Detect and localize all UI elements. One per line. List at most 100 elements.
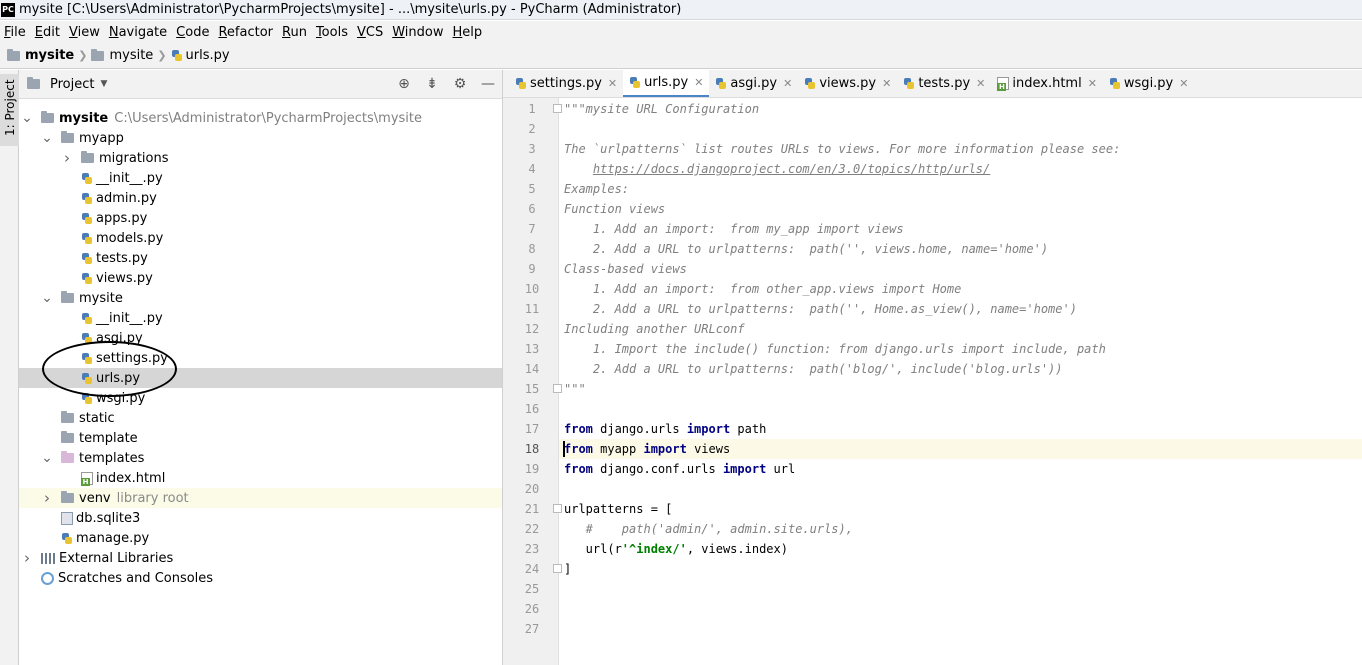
- menu-bar: File Edit View Navigate Code Refactor Run Tools…: [0, 21, 1362, 43]
- close-icon[interactable]: ✕: [783, 77, 792, 90]
- expand-right-icon[interactable]: ›: [21, 549, 33, 567]
- expand-down-icon[interactable]: ⌄: [21, 110, 33, 126]
- tree-item[interactable]: template: [19, 428, 502, 448]
- python-file-icon: [903, 77, 915, 90]
- tree-item[interactable]: static: [19, 408, 502, 428]
- breadcrumb-package[interactable]: mysite: [109, 48, 153, 63]
- code-area[interactable]: """mysite URL Configuration The `urlpatte…: [559, 98, 1362, 665]
- chevron-right-icon: ❯: [157, 49, 167, 62]
- menu-vcs[interactable]: VCS: [353, 25, 387, 40]
- menu-code[interactable]: Code: [172, 25, 213, 40]
- tab-settings-py[interactable]: settings.py ✕: [509, 70, 623, 97]
- tree-item[interactable]: tests.py: [19, 248, 502, 268]
- tree-item[interactable]: manage.py: [19, 528, 502, 548]
- tree-item[interactable]: ⌄ mysite: [19, 288, 502, 308]
- locate-file-icon[interactable]: ⊕: [390, 76, 418, 92]
- menu-edit[interactable]: Edit: [31, 25, 64, 40]
- expand-down-icon[interactable]: ⌄: [41, 290, 53, 306]
- tab-wsgi-py[interactable]: wsgi.py ✕: [1103, 70, 1195, 97]
- python-file-icon: [81, 192, 93, 205]
- folder-icon: [61, 431, 74, 443]
- tree-item[interactable]: index.html: [19, 468, 502, 488]
- close-icon[interactable]: ✕: [1088, 77, 1097, 90]
- tree-item[interactable]: ⌄ mysite C:\Users\Administrator\PycharmPro…: [19, 108, 502, 128]
- tree-item[interactable]: Scratches and Consoles: [19, 568, 502, 588]
- tree-item[interactable]: settings.py: [19, 348, 502, 368]
- tree-item[interactable]: ⌄ myapp: [19, 128, 502, 148]
- tree-item-label: mysite: [59, 110, 109, 126]
- menu-tools[interactable]: Tools: [312, 25, 352, 40]
- menu-refactor[interactable]: Refactor: [214, 25, 277, 40]
- tab-tests-py[interactable]: tests.py ✕: [897, 70, 991, 97]
- project-tool-tab[interactable]: 1: Project: [0, 74, 19, 146]
- gear-icon[interactable]: ⚙: [446, 76, 474, 92]
- close-icon[interactable]: ✕: [1179, 77, 1188, 90]
- library-icon: [41, 552, 55, 564]
- tree-item[interactable]: admin.py: [19, 188, 502, 208]
- code-token: 1. Import the include() function: from d…: [564, 342, 1106, 356]
- tree-item[interactable]: urls.py: [19, 368, 502, 388]
- close-icon[interactable]: ✕: [882, 77, 891, 90]
- menu-help[interactable]: Help: [449, 25, 487, 40]
- tab-index-html[interactable]: index.html ✕: [991, 70, 1103, 97]
- folder-icon: [81, 151, 94, 163]
- tree-item[interactable]: __init__.py: [19, 168, 502, 188]
- tree-item[interactable]: › migrations: [19, 148, 502, 168]
- tree-item[interactable]: ⌄ templates: [19, 448, 502, 468]
- database-file-icon: [61, 511, 73, 525]
- tree-item[interactable]: __init__.py: [19, 308, 502, 328]
- menu-file[interactable]: File: [0, 25, 30, 40]
- expand-down-icon[interactable]: ⌄: [41, 450, 53, 466]
- python-file-icon: [81, 312, 93, 325]
- tree-item[interactable]: › venv library root: [19, 488, 502, 508]
- tree-item-label: db.sqlite3: [76, 510, 141, 526]
- code-line: The `urlpatterns` list routes URLs to vi…: [559, 139, 1362, 159]
- tree-item-label: templates: [79, 450, 145, 466]
- scratches-icon: [41, 571, 54, 585]
- folder-icon: [61, 411, 74, 423]
- python-file-icon: [81, 212, 93, 225]
- code-line: from django.urls import path: [559, 419, 1362, 439]
- breadcrumb-project[interactable]: mysite: [25, 48, 74, 63]
- collapse-all-icon[interactable]: ⇟: [418, 76, 446, 92]
- code-token: Including another URLconf: [564, 322, 745, 336]
- line-number: 19: [524, 462, 540, 476]
- dropdown-caret-icon[interactable]: ▼: [100, 79, 107, 89]
- expand-down-icon[interactable]: ⌄: [41, 130, 53, 146]
- expand-right-icon[interactable]: ›: [61, 149, 73, 167]
- close-icon[interactable]: ✕: [976, 77, 985, 90]
- menu-run[interactable]: Run: [278, 25, 311, 40]
- menu-window[interactable]: Window: [388, 25, 447, 40]
- close-icon[interactable]: ✕: [608, 77, 617, 90]
- code-token: 2. Add a URL to urlpatterns: path('', vi…: [564, 242, 1049, 256]
- line-number: 15: [524, 382, 540, 396]
- project-path-hint: C:\Users\Administrator\PycharmProjects\m…: [114, 110, 423, 126]
- line-number: 22: [524, 522, 540, 536]
- menu-view[interactable]: View: [65, 25, 104, 40]
- tree-item[interactable]: › External Libraries: [19, 548, 502, 568]
- tree-item[interactable]: views.py: [19, 268, 502, 288]
- project-panel-title[interactable]: Project: [50, 77, 94, 92]
- tab-views-py[interactable]: views.py ✕: [798, 70, 897, 97]
- tree-item[interactable]: apps.py: [19, 208, 502, 228]
- hide-panel-icon[interactable]: —: [474, 76, 502, 92]
- expand-right-icon[interactable]: ›: [41, 489, 53, 507]
- menu-navigate[interactable]: Navigate: [105, 25, 171, 40]
- line-number: 6: [528, 202, 536, 216]
- tree-item[interactable]: asgi.py: [19, 328, 502, 348]
- line-number: 8: [528, 242, 536, 256]
- tree-item[interactable]: models.py: [19, 228, 502, 248]
- tree-item[interactable]: db.sqlite3: [19, 508, 502, 528]
- editor-tab-bar: settings.py ✕ urls.py ✕ asgi.py ✕ views.py ✕ tes…: [503, 69, 1362, 98]
- close-icon[interactable]: ✕: [694, 76, 703, 89]
- breadcrumb-file[interactable]: urls.py: [186, 48, 230, 63]
- code-token: myapp: [592, 442, 644, 456]
- tab-label: settings.py: [530, 76, 602, 91]
- tab-asgi-py[interactable]: asgi.py ✕: [709, 70, 798, 97]
- tree-item[interactable]: wsgi.py: [19, 388, 502, 408]
- tab-urls-py[interactable]: urls.py ✕: [623, 69, 710, 97]
- chevron-right-icon: ❯: [78, 49, 88, 62]
- python-file-icon: [81, 172, 93, 185]
